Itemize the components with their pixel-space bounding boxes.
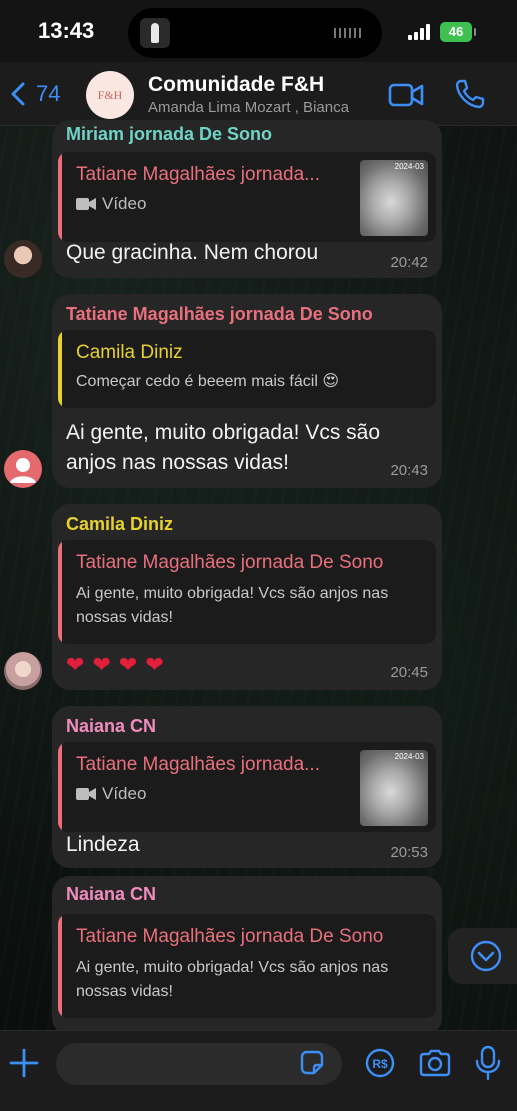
quote-bar — [58, 330, 62, 408]
group-avatar[interactable]: F&H — [86, 71, 134, 119]
avatar[interactable] — [4, 240, 42, 278]
phone-icon[interactable] — [454, 78, 486, 110]
message-bubble[interactable]: Naiana CN Tatiane Magalhães jornada De S… — [52, 876, 442, 1036]
message-sender[interactable]: Camila Diniz — [66, 514, 173, 535]
message-bubble[interactable]: Miriam jornada De Sono Tatiane Magalhães… — [52, 120, 442, 278]
scroll-to-bottom-button[interactable] — [448, 928, 517, 984]
message-sender[interactable]: Naiana CN — [66, 716, 156, 737]
quote-bar — [58, 914, 62, 1018]
message-text: Que gracinha. Nem chorou — [66, 241, 319, 264]
message-time: 20:53 — [390, 844, 428, 861]
quote-author: Tatiane Magalhães jornada... — [76, 754, 320, 775]
default-avatar-icon — [10, 458, 36, 483]
video-thumbnail[interactable]: 2024-03 — [360, 160, 428, 236]
sticker-icon[interactable] — [298, 1049, 326, 1077]
message-sender[interactable]: Miriam jornada De Sono — [66, 124, 272, 145]
group-members[interactable]: Amanda Lima Mozart , Bianca — [148, 99, 378, 116]
chevron-down-icon — [470, 940, 502, 972]
heart-reactions: ❤ ❤ ❤ ❤ — [66, 650, 172, 681]
quote-kind: Vídeo — [102, 784, 147, 803]
message-sender[interactable]: Naiana CN — [66, 884, 156, 905]
status-bar: 13:43 46 — [0, 0, 517, 62]
message-sender[interactable]: Tatiane Magalhães jornada De Sono — [66, 304, 373, 325]
message-bubble[interactable]: Naiana CN Tatiane Magalhães jornada... V… — [52, 706, 442, 868]
status-time: 13:43 — [38, 18, 95, 43]
chevron-left-icon — [11, 82, 25, 106]
video-icon — [76, 198, 96, 210]
message-bubble[interactable]: Tatiane Magalhães jornada De Sono Camila… — [52, 294, 442, 488]
waveform-icon — [334, 28, 362, 38]
quote-author: Tatiane Magalhães jornada... — [76, 164, 320, 185]
svg-text:R$: R$ — [372, 1057, 388, 1071]
quote-text: Ai gente, muito obrigada! Vcs são anjos … — [76, 959, 389, 1000]
avatar[interactable] — [4, 450, 42, 488]
quote-bar — [58, 540, 62, 644]
heart-emoji: ❤ — [145, 652, 164, 677]
avatar[interactable] — [4, 652, 42, 690]
quote-bar — [58, 742, 62, 832]
quote-author: Tatiane Magalhães jornada De Sono — [76, 552, 384, 573]
video-thumbnail[interactable]: 2024-03 — [360, 750, 428, 826]
message-time: 20:42 — [390, 254, 428, 271]
message-bubble[interactable]: Camila Diniz Tatiane Magalhães jornada D… — [52, 504, 442, 690]
unread-count: 74 — [36, 81, 61, 106]
quoted-message[interactable]: Tatiane Magalhães jornada... Vídeo 2024-… — [58, 152, 436, 242]
thumbnail-timestamp: 2024-03 — [394, 752, 424, 761]
heart-emoji: ❤ — [66, 652, 85, 677]
group-name[interactable]: Comunidade F&H — [148, 73, 324, 97]
quote-author: Camila Diniz — [76, 342, 183, 363]
quote-kind: Vídeo — [102, 194, 147, 213]
message-time: 20:45 — [390, 664, 428, 681]
heart-emoji: ❤ — [92, 652, 111, 677]
quote-video-label: Vídeo — [76, 194, 146, 214]
message-text: Lindeza — [66, 833, 140, 856]
message-composer: R$ — [0, 1030, 517, 1111]
quoted-message[interactable]: Tatiane Magalhães jornada De Sono Ai gen… — [58, 914, 436, 1018]
message-text: Ai gente, muito obrigada! Vcs são anjos … — [66, 421, 381, 474]
video-call-icon[interactable] — [388, 80, 424, 110]
quoted-message[interactable]: Tatiane Magalhães jornada... Vídeo 2024-… — [58, 742, 436, 832]
quoted-message[interactable]: Tatiane Magalhães jornada De Sono Ai gen… — [58, 540, 436, 644]
battery-icon: 46 — [440, 22, 476, 42]
camera-icon[interactable] — [418, 1047, 452, 1079]
plus-icon[interactable] — [8, 1047, 40, 1079]
quote-text: Ai gente, muito obrigada! Vcs são anjos … — [76, 585, 389, 626]
microphone-icon[interactable] — [474, 1045, 502, 1081]
video-icon — [76, 788, 96, 800]
chat-header: 74 F&H Comunidade F&H Amanda Lima Mozart… — [0, 62, 517, 126]
back-button[interactable]: 74 — [4, 76, 60, 112]
dynamic-island — [128, 8, 382, 58]
quote-video-label: Vídeo — [76, 784, 146, 804]
quote-author: Tatiane Magalhães jornada De Sono — [76, 926, 384, 947]
signal-icon — [408, 24, 430, 40]
now-playing-icon — [140, 18, 170, 48]
quote-bar — [58, 152, 62, 242]
message-time: 20:43 — [390, 462, 428, 479]
thumbnail-timestamp: 2024-03 — [394, 162, 424, 171]
quoted-message[interactable]: Camila Diniz Começar cedo é beeem mais f… — [58, 330, 436, 408]
heart-emoji: ❤ — [118, 652, 138, 677]
pay-icon[interactable]: R$ — [364, 1047, 396, 1079]
quote-text: Começar cedo é beeem mais fácil 😍 — [76, 373, 340, 390]
